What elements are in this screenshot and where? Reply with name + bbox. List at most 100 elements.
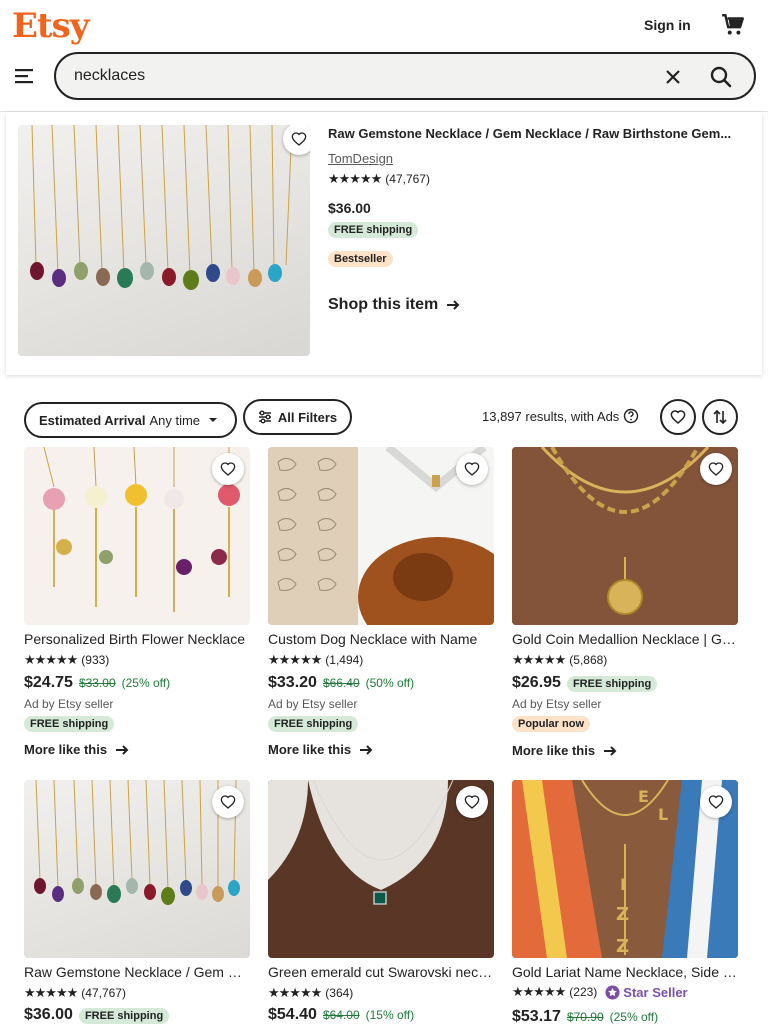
- help-circle-icon: [624, 408, 639, 424]
- favorite-heart-icon[interactable]: [700, 786, 732, 818]
- listing-title[interactable]: Gold Lariat Name Necklace, Side Initial: [512, 964, 738, 980]
- favorite-heart-icon[interactable]: [283, 125, 310, 155]
- review-count: (47,767): [81, 986, 126, 1000]
- listing-card[interactable]: Raw Gemstone Necklace / Gem Necklace ★★★…: [24, 780, 250, 1024]
- listing-price: $36.00 FREE shipping: [24, 1006, 170, 1024]
- star-seller-badge: Star Seller: [605, 984, 688, 1000]
- estimated-arrival-dropdown[interactable]: Estimated Arrival Any time: [24, 402, 237, 438]
- listing-rating: ★★★★★ (364): [268, 985, 353, 1001]
- review-count: (47,767): [385, 172, 430, 186]
- listing-card[interactable]: Z Z E L I Gold Lariat Name Necklace, Sid…: [512, 780, 738, 1024]
- original-price: $66.40: [322, 676, 360, 690]
- featured-listing-image[interactable]: [18, 125, 310, 356]
- more-like-this-label: More like this: [268, 742, 352, 757]
- discount: (15% off): [365, 1008, 415, 1022]
- more-like-this-link[interactable]: More like this: [512, 743, 617, 758]
- search-icon[interactable]: [708, 64, 734, 90]
- results-count-text: 13,897 results, with Ads: [482, 408, 620, 424]
- listing-card[interactable]: Gold Coin Medallion Necklace | Gold ★★★★…: [512, 447, 738, 767]
- listing-price: $26.95 FREE shipping: [512, 674, 658, 692]
- listing-card[interactable]: Personalized Birth Flower Necklace ★★★★★…: [24, 447, 250, 767]
- free-shipping-badge: FREE shipping: [328, 222, 419, 238]
- star-rating-icon: ★★★★★: [24, 985, 78, 1000]
- listing-rating: ★★★★★ (47,767): [24, 985, 126, 1001]
- popular-now-badge: Popular now: [512, 716, 590, 732]
- original-price: $33.00: [78, 676, 116, 690]
- favorite-heart-icon[interactable]: [456, 786, 488, 818]
- star-rating-icon: ★★★★★: [328, 171, 382, 186]
- svg-text:L: L: [658, 805, 668, 824]
- free-shipping-badge: FREE shipping: [268, 716, 359, 732]
- star-rating-icon: ★★★★★: [268, 985, 322, 1000]
- featured-listing[interactable]: Raw Gemstone Necklace / Gem Necklace / R…: [6, 112, 762, 375]
- all-filters-button[interactable]: All Filters: [243, 399, 352, 435]
- favorite-heart-icon[interactable]: [700, 453, 732, 485]
- clear-search-icon[interactable]: [662, 66, 684, 88]
- search-bar[interactable]: necklaces: [54, 52, 756, 100]
- shop-name-link[interactable]: TomDesign: [328, 151, 393, 166]
- featured-rating: ★★★★★ (47,767): [328, 171, 430, 187]
- ad-label: Ad by Etsy seller: [512, 697, 602, 711]
- svg-text:E: E: [638, 787, 649, 806]
- listing-rating: ★★★★★ (1,494): [268, 652, 363, 668]
- sale-price: $26.95: [512, 674, 561, 691]
- review-count: (5,868): [569, 653, 608, 667]
- free-shipping-badge: FREE shipping: [566, 676, 658, 692]
- bestseller-badge: Bestseller: [328, 251, 393, 267]
- listing-title[interactable]: Raw Gemstone Necklace / Gem Necklace: [24, 964, 250, 980]
- star-seller-icon: [605, 984, 620, 1000]
- free-shipping-badge: FREE shipping: [78, 1008, 170, 1024]
- etsy-logo[interactable]: Etsy: [12, 6, 90, 46]
- discount: (50% off): [365, 676, 415, 690]
- listing-card[interactable]: Custom Dog Necklace with Name ★★★★★ (1,49…: [268, 447, 494, 767]
- star-rating-icon: ★★★★★: [268, 652, 322, 667]
- star-rating-icon: ★★★★★: [512, 984, 566, 999]
- shop-this-item-link[interactable]: Shop this item: [328, 296, 460, 314]
- original-price: $70.90: [566, 1010, 604, 1024]
- listing-title[interactable]: Green emerald cut Swarovski necklace: [268, 964, 494, 980]
- listing-title[interactable]: Gold Coin Medallion Necklace | Gold: [512, 631, 738, 647]
- discount: (25% off): [121, 676, 171, 690]
- more-like-this-link[interactable]: More like this: [268, 742, 373, 757]
- more-like-this-label: More like this: [24, 742, 108, 757]
- listing-title[interactable]: Custom Dog Necklace with Name: [268, 631, 494, 647]
- sale-price: $53.17: [512, 1008, 561, 1024]
- save-search-heart-icon[interactable]: [660, 399, 696, 435]
- arrow-right-icon: [360, 744, 373, 755]
- shop-this-item-label: Shop this item: [328, 296, 439, 313]
- listing-title[interactable]: Personalized Birth Flower Necklace: [24, 631, 250, 647]
- caret-down-icon: [209, 418, 218, 422]
- ad-label: Ad by Etsy seller: [24, 697, 114, 711]
- sort-icon[interactable]: [702, 399, 738, 435]
- listing-price: $53.17 $70.90 (25% off): [512, 1008, 658, 1024]
- featured-price: $36.00: [328, 200, 371, 216]
- listing-rating: ★★★★★ (223) Star Seller: [512, 984, 688, 1000]
- site-header: Etsy Sign in necklaces: [0, 0, 768, 112]
- more-like-this-link[interactable]: More like this: [24, 742, 129, 757]
- arrow-right-icon: [116, 744, 129, 755]
- sale-price: $24.75: [24, 674, 73, 691]
- svg-text:I: I: [620, 875, 626, 894]
- sign-in-link[interactable]: Sign in: [644, 17, 691, 33]
- favorite-heart-icon[interactable]: [212, 786, 244, 818]
- featured-title[interactable]: Raw Gemstone Necklace / Gem Necklace / R…: [328, 126, 744, 141]
- discount: (25% off): [609, 1010, 659, 1024]
- listing-rating: ★★★★★ (933): [24, 652, 109, 668]
- listing-card[interactable]: Green emerald cut Swarovski necklace ★★★…: [268, 780, 494, 1024]
- review-count: (1,494): [325, 653, 364, 667]
- favorite-heart-icon[interactable]: [212, 453, 244, 485]
- listing-price: $33.20 $66.40 (50% off): [268, 674, 414, 692]
- menu-icon[interactable]: [14, 66, 34, 86]
- sale-price: $33.20: [268, 674, 317, 691]
- cart-icon[interactable]: [720, 12, 746, 38]
- star-rating-icon: ★★★★★: [512, 652, 566, 667]
- sale-price: $54.40: [268, 1006, 317, 1023]
- favorite-heart-icon[interactable]: [456, 453, 488, 485]
- ad-label: Ad by Etsy seller: [268, 697, 358, 711]
- all-filters-label: All Filters: [277, 409, 338, 425]
- listing-price: $24.75 $33.00 (25% off): [24, 674, 170, 692]
- search-input[interactable]: necklaces: [74, 67, 145, 85]
- more-like-this-label: More like this: [512, 743, 596, 758]
- listing-rating: ★★★★★ (5,868): [512, 652, 607, 668]
- results-count: 13,897 results, with Ads: [482, 408, 639, 424]
